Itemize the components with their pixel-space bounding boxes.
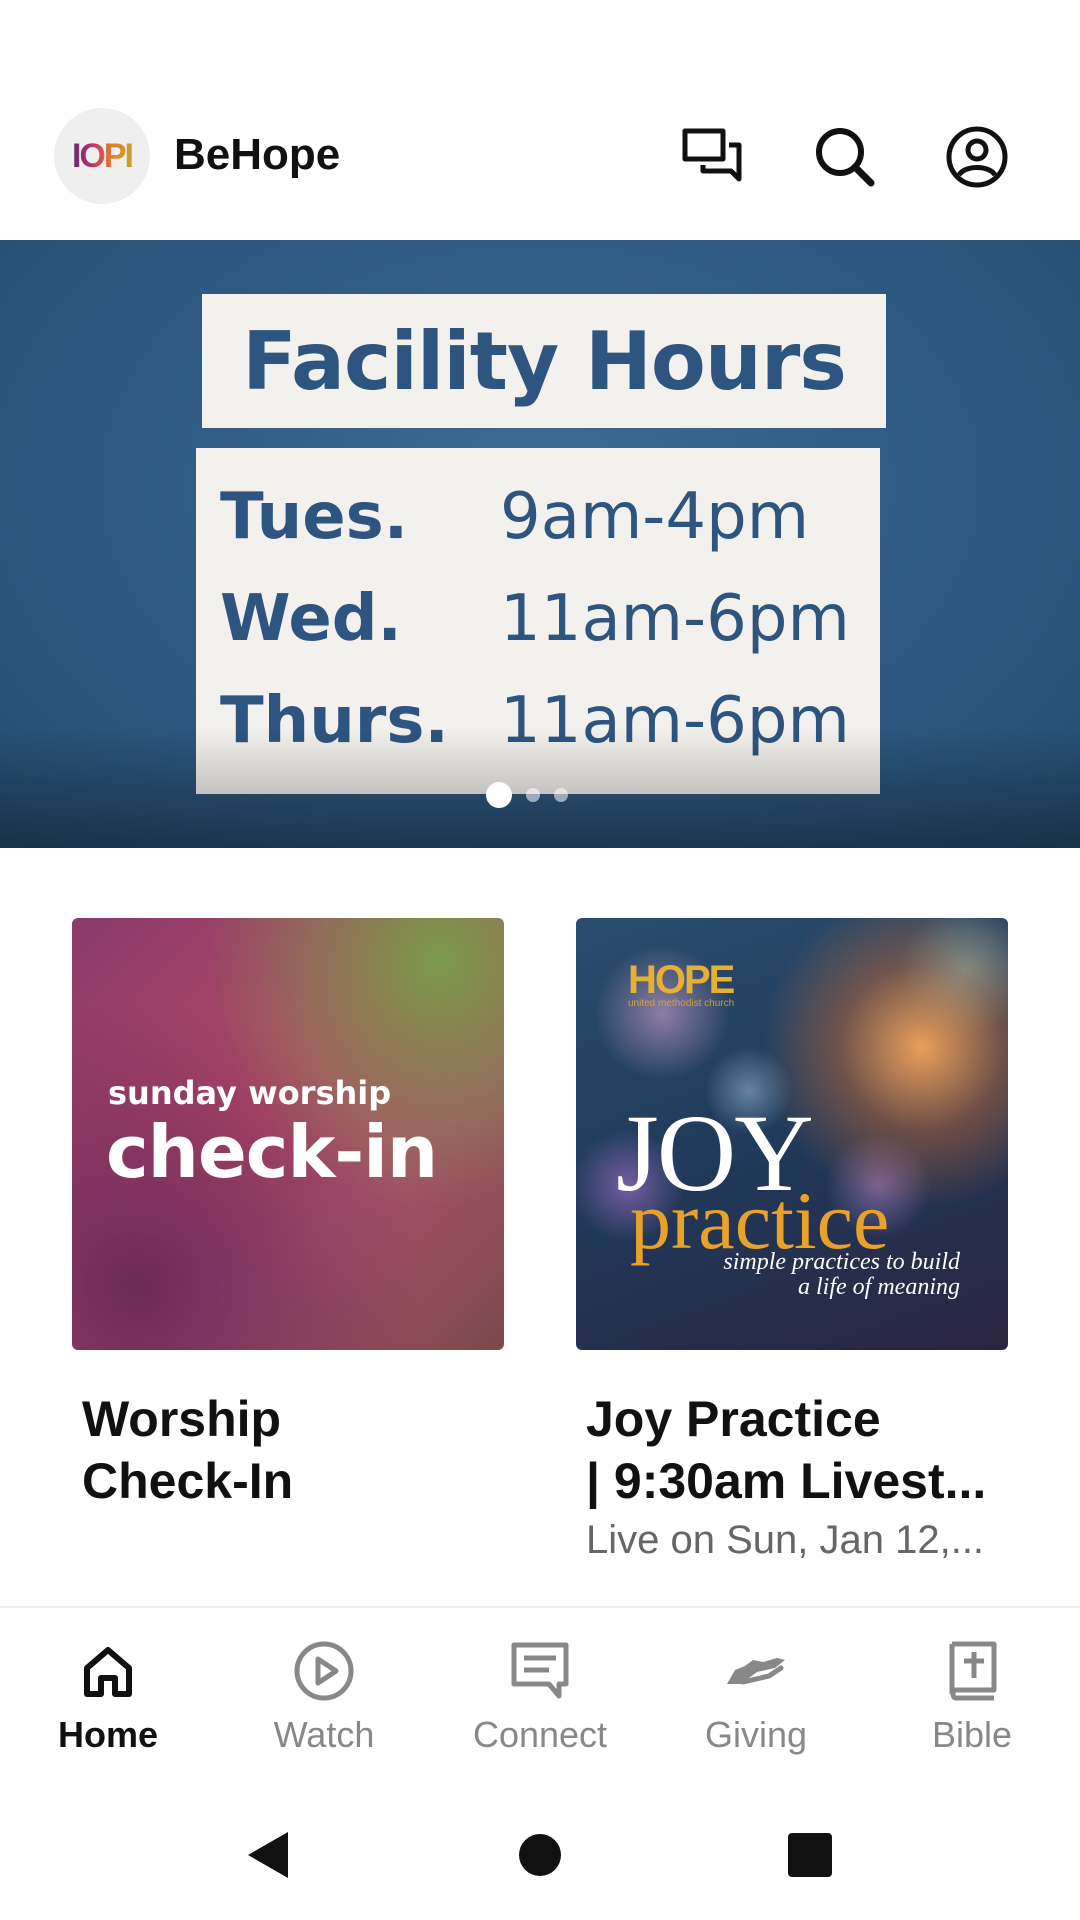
home-icon: [75, 1638, 141, 1704]
card-image[interactable]: sunday worship check-in: [72, 918, 504, 1350]
hours-row: Wed. 11am-6pm: [220, 582, 860, 672]
app-logo[interactable]: IOPI: [54, 108, 150, 204]
card-title-line: Joy Practice: [586, 1391, 881, 1447]
card-image-tagline: simple practices to build a life of mean…: [723, 1249, 960, 1301]
card-subtitle: Live on Sun, Jan 12,...: [586, 1518, 985, 1562]
hours-day: Thurs.: [220, 684, 449, 758]
hours-day: Tues.: [220, 480, 408, 554]
nav-item-home[interactable]: Home: [0, 1608, 216, 1780]
card-title: Joy Practice | 9:30am Livest...: [576, 1388, 1008, 1512]
system-nav-bar: [0, 1780, 1080, 1920]
chat-icon[interactable]: [680, 124, 746, 190]
card-image-brand: HOPE: [628, 958, 735, 1002]
recents-icon[interactable]: [775, 1820, 845, 1890]
app-title: BeHope: [174, 130, 341, 179]
hours-row: Thurs. 11am-6pm: [220, 684, 860, 774]
hours-time: 11am-6pm: [500, 684, 850, 758]
account-icon[interactable]: [944, 124, 1010, 190]
hours-time: 11am-6pm: [500, 582, 850, 656]
card-title: Worship Check-In: [72, 1388, 504, 1512]
nav-label: Watch: [273, 1714, 375, 1755]
card-image-tagline-line: a life of meaning: [798, 1274, 960, 1301]
carousel-dot[interactable]: [554, 788, 568, 802]
card-image[interactable]: HOPE united methodist church JOY practic…: [576, 918, 1008, 1350]
nav-label: Bible: [931, 1714, 1013, 1755]
card-image-brand-sub: united methodist church: [628, 998, 735, 1009]
message-icon: [507, 1638, 573, 1704]
hero-carousel[interactable]: Facility Hours Tues. 9am-4pm Wed. 11am-6…: [0, 240, 1080, 848]
nav-label: Connect: [472, 1714, 608, 1755]
app-bar: IOPI BeHope: [0, 0, 1080, 240]
logo-mark: IOPI: [71, 136, 134, 175]
nav-item-giving[interactable]: Giving: [648, 1608, 864, 1780]
play-circle-icon: [291, 1638, 357, 1704]
bible-icon: [939, 1638, 1005, 1704]
bottom-nav: Home Watch Connect Giving Bible: [0, 1606, 1080, 1780]
card-image-tagline-line: simple practices to build: [723, 1249, 960, 1275]
nav-item-connect[interactable]: Connect: [432, 1608, 648, 1780]
nav-label: Giving: [704, 1714, 808, 1755]
nav-label: Home: [57, 1714, 159, 1755]
hero-title-box: Facility Hours: [202, 294, 886, 428]
search-icon[interactable]: [812, 124, 878, 190]
hours-row: Tues. 9am-4pm: [220, 480, 860, 570]
back-icon[interactable]: [232, 1820, 302, 1890]
card-title-line: Worship: [82, 1391, 282, 1447]
card-title-line: | 9:30am Livest...: [586, 1453, 987, 1509]
hero-title: Facility Hours: [242, 314, 847, 408]
carousel-dot[interactable]: [526, 788, 540, 802]
card-title-line: Check-In: [82, 1453, 294, 1509]
hours-day: Wed.: [220, 582, 402, 656]
home-button-icon[interactable]: [505, 1820, 575, 1890]
nav-item-watch[interactable]: Watch: [216, 1608, 432, 1780]
nav-item-bible[interactable]: Bible: [864, 1608, 1080, 1780]
carousel-dot-active[interactable]: [486, 782, 512, 808]
card-image-caption: sunday worship: [108, 1074, 392, 1112]
giving-hand-icon: [723, 1638, 789, 1704]
content-card-joy-practice[interactable]: HOPE united methodist church JOY practic…: [576, 918, 1008, 1563]
hours-table: Tues. 9am-4pm Wed. 11am-6pm Thurs. 11am-…: [196, 448, 880, 794]
card-image-headline: check-in: [106, 1110, 438, 1194]
hours-time: 9am-4pm: [500, 480, 810, 554]
carousel-indicator: [486, 780, 568, 810]
content-card-worship-checkin[interactable]: sunday worship check-in Worship Check-In: [72, 918, 504, 1512]
